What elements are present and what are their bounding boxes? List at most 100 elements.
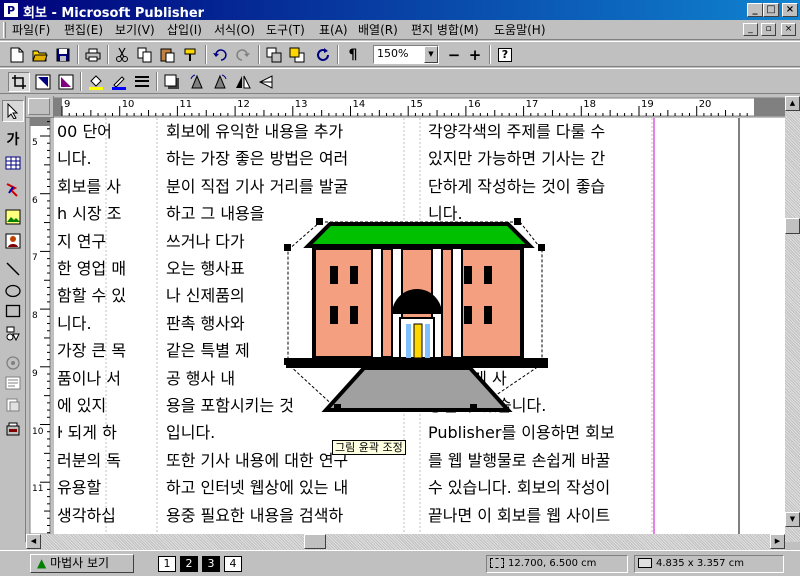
- page-tab-2[interactable]: 2: [180, 556, 198, 572]
- menu-help[interactable]: 도움말(H): [494, 22, 546, 38]
- text-tool-icon: 가: [6, 132, 20, 148]
- bring-to-front-button[interactable]: [263, 45, 285, 65]
- size-value: 4.835 x 3.357 cm: [656, 558, 744, 569]
- menu-tools[interactable]: 도구(T): [266, 22, 305, 38]
- position-value: 12.700, 6.500 cm: [508, 558, 597, 569]
- menu-view[interactable]: 보기(V): [115, 22, 155, 38]
- redo-arrow-icon: [236, 49, 250, 61]
- wordart-icon: [6, 183, 18, 197]
- new-document-icon: [10, 47, 24, 63]
- chevron-down-icon[interactable]: ▼: [424, 46, 438, 63]
- design-gallery-button[interactable]: [2, 418, 24, 440]
- page-tab-1[interactable]: 1: [158, 556, 176, 572]
- minimize-button[interactable]: _: [747, 3, 763, 17]
- maximize-button[interactable]: □: [763, 3, 779, 17]
- line-color-button[interactable]: [108, 72, 130, 92]
- toolbar-separator: [258, 45, 260, 64]
- text-frame-tool-button[interactable]: 가: [2, 128, 24, 150]
- printer-icon: [85, 48, 101, 62]
- text-line: 하고 인터넷 웹상에 있는 내: [166, 478, 349, 498]
- picture-frame-tool-button[interactable]: [2, 206, 24, 228]
- rotate-right-button[interactable]: [209, 72, 231, 92]
- menu-arrange[interactable]: 배열(R): [358, 22, 398, 38]
- table-grid-icon: [5, 156, 21, 170]
- rotate-button[interactable]: [312, 45, 334, 65]
- new-button[interactable]: [6, 45, 28, 65]
- wrap-text-to-picture-button[interactable]: [55, 72, 77, 92]
- custom-shapes-tool-button[interactable]: [2, 322, 24, 344]
- scroll-left-button[interactable]: ◀: [26, 534, 41, 549]
- menu-edit[interactable]: 편집(E): [64, 22, 103, 38]
- publisher-app-icon[interactable]: P: [3, 2, 19, 18]
- scroll-down-button[interactable]: ▼: [785, 512, 800, 527]
- horizontal-scrollbar[interactable]: ◀ ▶: [26, 534, 785, 550]
- close-button[interactable]: ×: [782, 3, 798, 17]
- page-tab-4[interactable]: 4: [224, 556, 242, 572]
- form-control-tool-button[interactable]: [2, 352, 24, 374]
- clip-art-person-icon: [5, 233, 21, 249]
- crop-tool-button[interactable]: [8, 72, 30, 92]
- scroll-right-button[interactable]: ▶: [770, 534, 785, 549]
- menu-mail-merge[interactable]: 편지 병합(M): [411, 22, 479, 38]
- help-button[interactable]: ?: [494, 45, 516, 65]
- doc-close-button[interactable]: ×: [781, 23, 796, 36]
- html-code-tool-button[interactable]: [2, 372, 24, 394]
- doc-minimize-button[interactable]: _: [743, 23, 758, 36]
- cut-button[interactable]: [111, 45, 133, 65]
- wrap-text-to-frame-button[interactable]: [32, 72, 54, 92]
- menu-grip[interactable]: [3, 22, 6, 38]
- menu-file[interactable]: 파일(F): [12, 22, 50, 38]
- toolbar-separator: [205, 45, 207, 64]
- menu-format[interactable]: 서식(O): [214, 22, 255, 38]
- copy-button[interactable]: [134, 45, 156, 65]
- wizard-arrow-icon: ▲: [37, 556, 47, 570]
- paste-button[interactable]: [157, 45, 179, 65]
- flip-vertical-button[interactable]: [255, 72, 277, 92]
- show-special-characters-button[interactable]: ¶: [342, 45, 364, 65]
- clip-gallery-tool-button[interactable]: [2, 230, 24, 252]
- text-line: 용중 필요한 내용을 검색하: [166, 505, 344, 525]
- scroll-thumb[interactable]: [785, 218, 800, 234]
- oval-tool-button[interactable]: [2, 280, 24, 302]
- line-tool-button[interactable]: [2, 258, 24, 280]
- rectangle-tool-button[interactable]: [2, 300, 24, 322]
- menu-insert[interactable]: 삽입(I): [167, 22, 202, 38]
- vertical-scrollbar[interactable]: ▲ ▼: [785, 96, 800, 542]
- zoom-out-button[interactable]: −: [443, 45, 465, 65]
- menu-table[interactable]: 표(A): [319, 22, 348, 38]
- horizontal-ruler[interactable]: 9 10 11 12 13 14 15 16 17 18 19 20: [53, 96, 786, 118]
- send-to-back-button[interactable]: [286, 45, 308, 65]
- flip-horizontal-button[interactable]: [232, 72, 254, 92]
- wordart-tool-button[interactable]: [2, 178, 24, 200]
- ruler-label: 9: [32, 368, 38, 379]
- save-button[interactable]: [52, 45, 74, 65]
- open-button[interactable]: [29, 45, 51, 65]
- text-column-left[interactable]: 00 단어 니다. 회보를 사h 시장 조지 연구 한 영업 매 함할 수 있 니다. 가장…: [57, 118, 126, 529]
- show-wizard-button[interactable]: ▲ 마법사 보기: [30, 554, 134, 573]
- shadow-button[interactable]: [161, 72, 183, 92]
- document-page[interactable]: 00 단어 니다. 회보를 사h 시장 조지 연구 한 영업 매 함할 수 있 니다. 가장…: [54, 118, 785, 534]
- print-button[interactable]: [82, 45, 104, 65]
- ruler-label: 10: [121, 99, 135, 110]
- page-tab-3[interactable]: 3: [202, 556, 220, 572]
- undo-button[interactable]: [209, 45, 231, 65]
- ruler-corner[interactable]: [26, 96, 54, 118]
- zoom-in-button[interactable]: +: [464, 45, 486, 65]
- scroll-up-button[interactable]: ▲: [785, 96, 800, 111]
- design-gallery-object-button[interactable]: [2, 394, 24, 416]
- fill-color-button[interactable]: [85, 72, 107, 92]
- flip-vertical-icon: [258, 75, 273, 89]
- rotate-left-button[interactable]: [186, 72, 208, 92]
- line-style-button[interactable]: [131, 72, 153, 92]
- toolbar-separator: [80, 72, 82, 91]
- building-clip-art[interactable]: [280, 214, 554, 414]
- vertical-ruler[interactable]: 56789101112: [26, 77, 54, 552]
- table-frame-tool-button[interactable]: [2, 152, 24, 174]
- redo-button[interactable]: [232, 45, 254, 65]
- scissors-icon: [116, 47, 128, 62]
- doc-restore-button[interactable]: ▫: [761, 23, 776, 36]
- scroll-thumb-horizontal[interactable]: [304, 534, 326, 549]
- pointer-tool-button[interactable]: [2, 100, 24, 122]
- format-painter-button[interactable]: [180, 45, 202, 65]
- zoom-select[interactable]: 150% ▼: [373, 45, 439, 64]
